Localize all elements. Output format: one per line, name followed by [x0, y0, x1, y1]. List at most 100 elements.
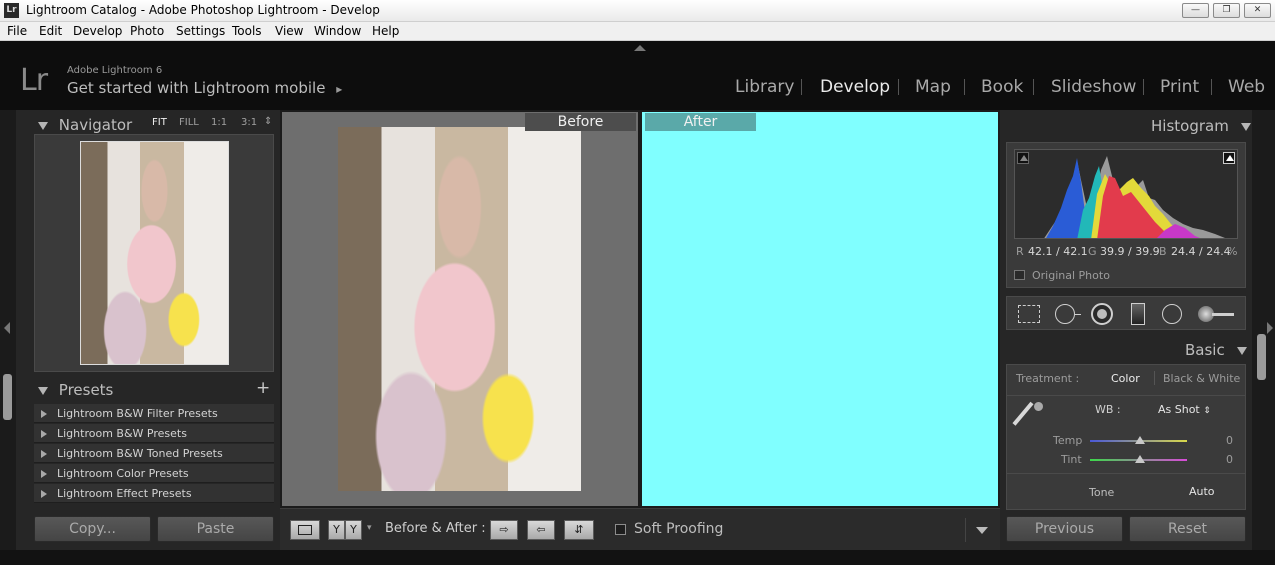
close-icon[interactable]: ✕ — [1244, 3, 1271, 18]
restore-icon[interactable]: ❐ — [1213, 3, 1240, 18]
original-photo-checkbox[interactable] — [1014, 270, 1025, 280]
menu-settings[interactable]: Settings — [176, 24, 225, 38]
menu-photo[interactable]: Photo — [130, 24, 164, 38]
collapse-right-panel-icon[interactable] — [1267, 322, 1273, 334]
spot-removal-icon[interactable] — [1055, 302, 1081, 326]
before-pane[interactable]: Before — [282, 112, 638, 506]
tint-slider-thumb[interactable] — [1135, 455, 1145, 463]
shadow-clipping-icon[interactable] — [1017, 152, 1029, 164]
copy-after-to-before-icon[interactable]: ⇦ — [527, 520, 555, 540]
basic-panel: Treatment : Color Black & White WB : As … — [1006, 364, 1246, 510]
temp-value[interactable]: 0 — [1226, 434, 1233, 447]
left-scrollbar[interactable] — [3, 374, 12, 420]
graduated-filter-icon[interactable] — [1126, 302, 1150, 326]
develop-toolbar: Y Y ▾ Before & After : ⇨ ⇦ ⇵ Soft Proofi… — [280, 508, 1000, 550]
wb-label: WB : — [1095, 403, 1121, 416]
histogram-header[interactable]: Histogram — [1151, 117, 1251, 135]
copy-before-to-after-icon[interactable]: ⇨ — [490, 520, 518, 540]
after-label: After — [645, 113, 756, 131]
auto-tone-button[interactable]: Auto — [1189, 485, 1215, 498]
navigator-preview[interactable] — [34, 134, 274, 372]
reset-button[interactable]: Reset — [1129, 516, 1246, 542]
histogram-title: Histogram — [1151, 117, 1229, 135]
after-pane[interactable]: After — [642, 112, 998, 506]
zoom-fill[interactable]: FILL — [179, 117, 199, 128]
previous-button[interactable]: Previous — [1006, 516, 1123, 542]
soft-proofing-checkbox[interactable] — [615, 524, 626, 535]
treatment-color[interactable]: Color — [1111, 372, 1140, 385]
collapse-triangle-icon — [38, 122, 48, 130]
menu-help[interactable]: Help — [372, 24, 399, 38]
add-preset-icon[interactable]: + — [256, 378, 270, 398]
module-library[interactable]: Library — [735, 77, 794, 97]
preset-folder-label: Lightroom Effect Presets — [57, 487, 192, 500]
wb-value[interactable]: As Shot ⇕ — [1158, 403, 1211, 416]
loupe-view-icon[interactable] — [290, 520, 320, 540]
collapse-top-panel-icon[interactable] — [634, 45, 646, 51]
highlight-clipping-icon[interactable] — [1223, 152, 1235, 164]
module-web[interactable]: Web — [1228, 77, 1265, 97]
radial-filter-icon[interactable] — [1161, 302, 1185, 326]
red-eye-icon[interactable] — [1090, 302, 1114, 326]
zoom-dropdown-icon[interactable]: ⇕ — [264, 116, 272, 127]
menu-file[interactable]: File — [7, 24, 27, 38]
b-value: 24.4 / 24.4 — [1171, 245, 1231, 258]
swap-before-after-icon[interactable]: ⇵ — [564, 520, 594, 540]
module-develop[interactable]: Develop — [820, 77, 890, 97]
menu-view[interactable]: View — [275, 24, 303, 38]
menu-tools[interactable]: Tools — [232, 24, 262, 38]
crop-tool-icon[interactable] — [1017, 302, 1041, 326]
presets-title: Presets — [58, 381, 114, 399]
yy-right-view[interactable]: Y — [345, 520, 362, 540]
yy-left-view[interactable]: Y — [328, 520, 345, 540]
collapse-left-panel-icon[interactable] — [4, 322, 10, 334]
before-photo[interactable] — [338, 127, 581, 491]
histogram-graph[interactable] — [1014, 149, 1238, 239]
tint-value[interactable]: 0 — [1226, 453, 1233, 466]
navigator-header[interactable]: Navigator — [38, 116, 132, 134]
zoom-fit[interactable]: FIT — [152, 117, 167, 128]
wb-dropdown-icon: ⇕ — [1203, 406, 1211, 416]
module-slideshow[interactable]: Slideshow — [1051, 77, 1136, 97]
before-after-label: Before & After : — [385, 521, 486, 536]
right-scrollbar[interactable] — [1257, 334, 1266, 380]
menu-edit[interactable]: Edit — [39, 24, 62, 38]
menu-develop[interactable]: Develop — [73, 24, 122, 38]
view-mode-dropdown-icon[interactable]: ▾ — [367, 523, 372, 533]
copy-button[interactable]: Copy... — [34, 516, 151, 542]
paste-button[interactable]: Paste — [157, 516, 274, 542]
adjustment-brush-icon[interactable] — [1198, 302, 1238, 326]
left-panel: Navigator FIT FILL 1:1 3:1 ⇕ Presets + L… — [16, 110, 280, 550]
presets-header[interactable]: Presets — [38, 381, 113, 399]
preset-folder[interactable]: Lightroom B&W Toned Presets — [34, 444, 274, 463]
original-photo-label: Original Photo — [1032, 269, 1110, 282]
navigator-thumbnail[interactable] — [80, 141, 229, 365]
module-book[interactable]: Book — [981, 77, 1023, 97]
module-bar: Lr Adobe Lightroom 6 Get started with Li… — [0, 41, 1275, 110]
expand-triangle-icon — [41, 490, 47, 498]
lr-logo: Lr — [20, 63, 48, 98]
module-separator — [801, 79, 802, 95]
mobile-link[interactable]: Get started with Lightroom mobile ▸ — [67, 79, 342, 97]
zoom-3-1[interactable]: 3:1 — [241, 117, 257, 128]
collapse-triangle-icon — [38, 387, 48, 395]
module-map[interactable]: Map — [915, 77, 951, 97]
treatment-bw[interactable]: Black & White — [1163, 372, 1240, 385]
menu-bar: File Edit Develop Photo Settings Tools V… — [0, 22, 1275, 41]
toolbar-options-icon[interactable] — [976, 527, 988, 534]
preset-folder[interactable]: Lightroom B&W Presets — [34, 424, 274, 443]
temp-slider-thumb[interactable] — [1135, 436, 1145, 444]
module-print[interactable]: Print — [1160, 77, 1199, 97]
title-bar: Lr Lightroom Catalog - Adobe Photoshop L… — [0, 0, 1275, 22]
menu-window[interactable]: Window — [314, 24, 361, 38]
preset-folder[interactable]: Lightroom Effect Presets — [34, 484, 274, 503]
histogram-chart — [1044, 156, 1225, 238]
preset-folder[interactable]: Lightroom Color Presets — [34, 464, 274, 483]
preset-folder-label: Lightroom Color Presets — [57, 467, 189, 480]
minimize-icon[interactable]: — — [1182, 3, 1209, 18]
wb-eyedropper-icon[interactable] — [1012, 400, 1047, 431]
module-separator — [964, 79, 965, 95]
basic-header[interactable]: Basic — [1185, 341, 1247, 359]
preset-folder[interactable]: Lightroom B&W Filter Presets — [34, 404, 274, 423]
zoom-1-1[interactable]: 1:1 — [211, 117, 227, 128]
